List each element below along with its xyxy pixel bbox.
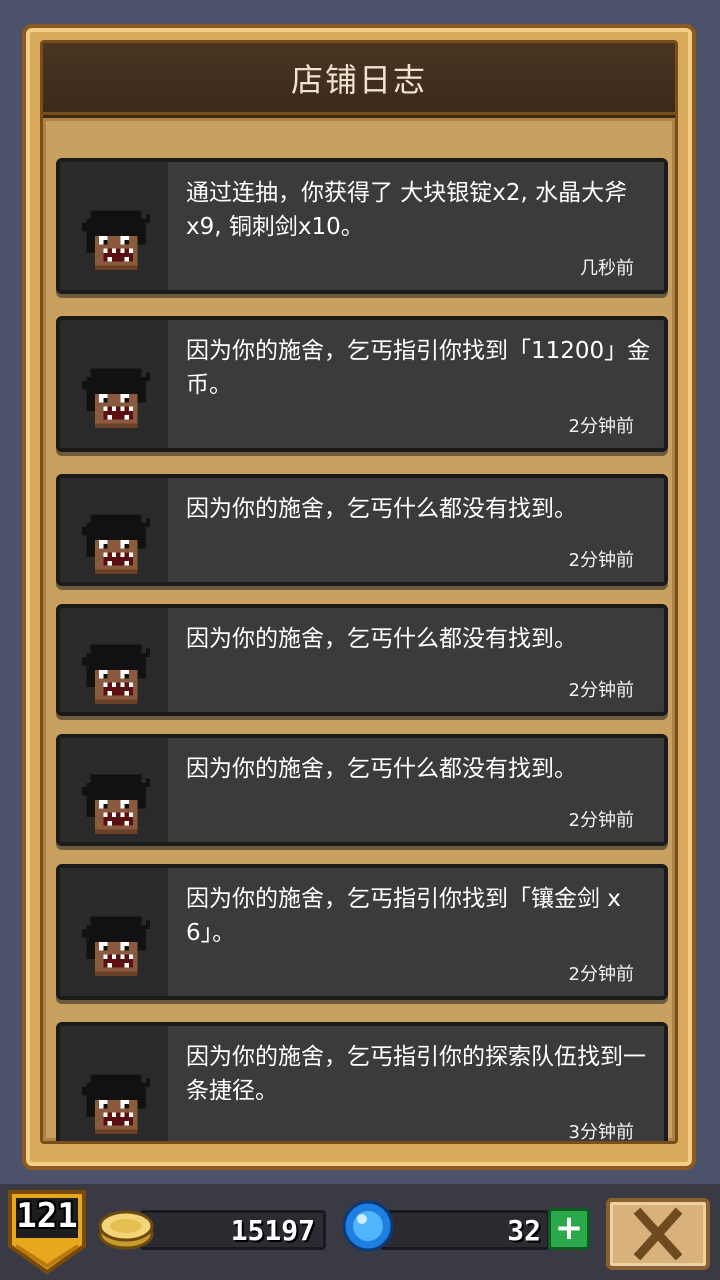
beggar-avatar-icon [82,368,150,428]
log-entry: 因为你的施舍，乞丐指引你的探索队伍找到一条捷径。 3分钟前 [56,1022,668,1141]
log-scroll-area[interactable]: 通过连抽，你获得了 大块银锭x2, 水晶大斧x9, 铜刺剑x10。几秒前 因为你… [43,118,675,1141]
log-time: 几秒前 [580,258,634,279]
message-cell: 因为你的施舍，乞丐指引你的探索队伍找到一条捷径。 3分钟前 [168,1026,664,1141]
log-entry: 因为你的施舍，乞丐指引你找到「11200」金币。 2分钟前 [56,316,668,452]
avatar [82,770,150,838]
beggar-avatar-icon [82,210,150,270]
avatar [82,1070,150,1138]
message-cell: 通过连抽，你获得了 大块银锭x2, 水晶大斧x9, 铜刺剑x10。几秒前 [168,162,664,290]
log-message: 因为你的施舍，乞丐指引你的探索队伍找到一条捷径。 [186,1044,646,1104]
log-time: 2分钟前 [568,680,634,701]
message-cell: 因为你的施舍，乞丐什么都没有找到。 2分钟前 [168,738,664,842]
avatar-cell [60,162,168,290]
beggar-avatar-icon [82,1074,150,1134]
log-message: 通过连抽，你获得了 大块银锭x2, 水晶大斧x9, 铜刺剑x10。 [186,180,628,240]
avatar-cell [60,868,168,996]
log-message: 因为你的施舍，乞丐指引你找到「镶金剑 x 6」。 [186,886,621,946]
log-message: 因为你的施舍，乞丐什么都没有找到。 [186,626,577,652]
avatar-cell [60,1026,168,1141]
gold-counter: 15197 [140,1210,326,1250]
shop-log-panel: 店铺日志 通过连抽，你获得了 大块银锭x2, 水晶大斧x9, 铜刺剑x10。几秒… [22,24,696,1170]
log-entry: 因为你的施舍，乞丐指引你找到「镶金剑 x 6」。 2分钟前 [56,864,668,1000]
avatar [82,640,150,708]
gold-value: 15197 [230,1214,315,1247]
close-icon [633,1207,683,1261]
log-entry: 因为你的施舍，乞丐什么都没有找到。 2分钟前 [56,474,668,586]
beggar-avatar-icon [82,514,150,574]
bottom-status-bar: 121 15197 32 + [0,1184,720,1280]
blue-gem-icon [342,1200,394,1252]
beggar-avatar-icon [82,916,150,976]
log-entry: 因为你的施舍，乞丐什么都没有找到。 2分钟前 [56,734,668,846]
panel-title: 店铺日志 [290,60,427,99]
log-entry: 因为你的施舍，乞丐什么都没有找到。 2分钟前 [56,604,668,716]
log-entry: 通过连抽，你获得了 大块银锭x2, 水晶大斧x9, 铜刺剑x10。几秒前 [56,158,668,294]
gold-coin-icon [98,1210,154,1250]
log-time: 2分钟前 [568,550,634,571]
beggar-avatar-icon [82,774,150,834]
avatar-cell [60,608,168,712]
log-time: 3分钟前 [568,1122,634,1141]
message-cell: 因为你的施舍，乞丐指引你找到「11200」金币。 2分钟前 [168,320,664,448]
panel-inner: 店铺日志 通过连抽，你获得了 大块银锭x2, 水晶大斧x9, 铜刺剑x10。几秒… [40,40,678,1144]
avatar-cell [60,320,168,448]
log-time: 2分钟前 [568,810,634,831]
message-cell: 因为你的施舍，乞丐指引你找到「镶金剑 x 6」。 2分钟前 [168,868,664,996]
shop-log-screen: 店铺日志 通过连抽，你获得了 大块银锭x2, 水晶大斧x9, 铜刺剑x10。几秒… [0,0,720,1280]
log-message: 因为你的施舍，乞丐指引你找到「11200」金币。 [186,338,651,398]
avatar [82,510,150,578]
avatar [82,206,150,274]
log-time: 2分钟前 [568,416,634,437]
add-gems-button[interactable]: + [548,1208,590,1250]
log-message: 因为你的施舍，乞丐什么都没有找到。 [186,496,577,522]
message-cell: 因为你的施舍，乞丐什么都没有找到。 2分钟前 [168,478,664,582]
gem-counter: 32 [380,1210,550,1250]
title-bar: 店铺日志 [43,43,675,115]
message-cell: 因为你的施舍，乞丐什么都没有找到。 2分钟前 [168,608,664,712]
beggar-avatar-icon [82,644,150,704]
gem-value: 32 [507,1214,541,1247]
avatar [82,364,150,432]
avatar-cell [60,478,168,582]
close-button[interactable] [606,1198,710,1270]
avatar [82,912,150,980]
level-badge[interactable]: 121 [6,1188,88,1276]
avatar-cell [60,738,168,842]
log-message: 因为你的施舍，乞丐什么都没有找到。 [186,756,577,782]
log-time: 2分钟前 [568,964,634,985]
level-value: 121 [16,1196,78,1236]
